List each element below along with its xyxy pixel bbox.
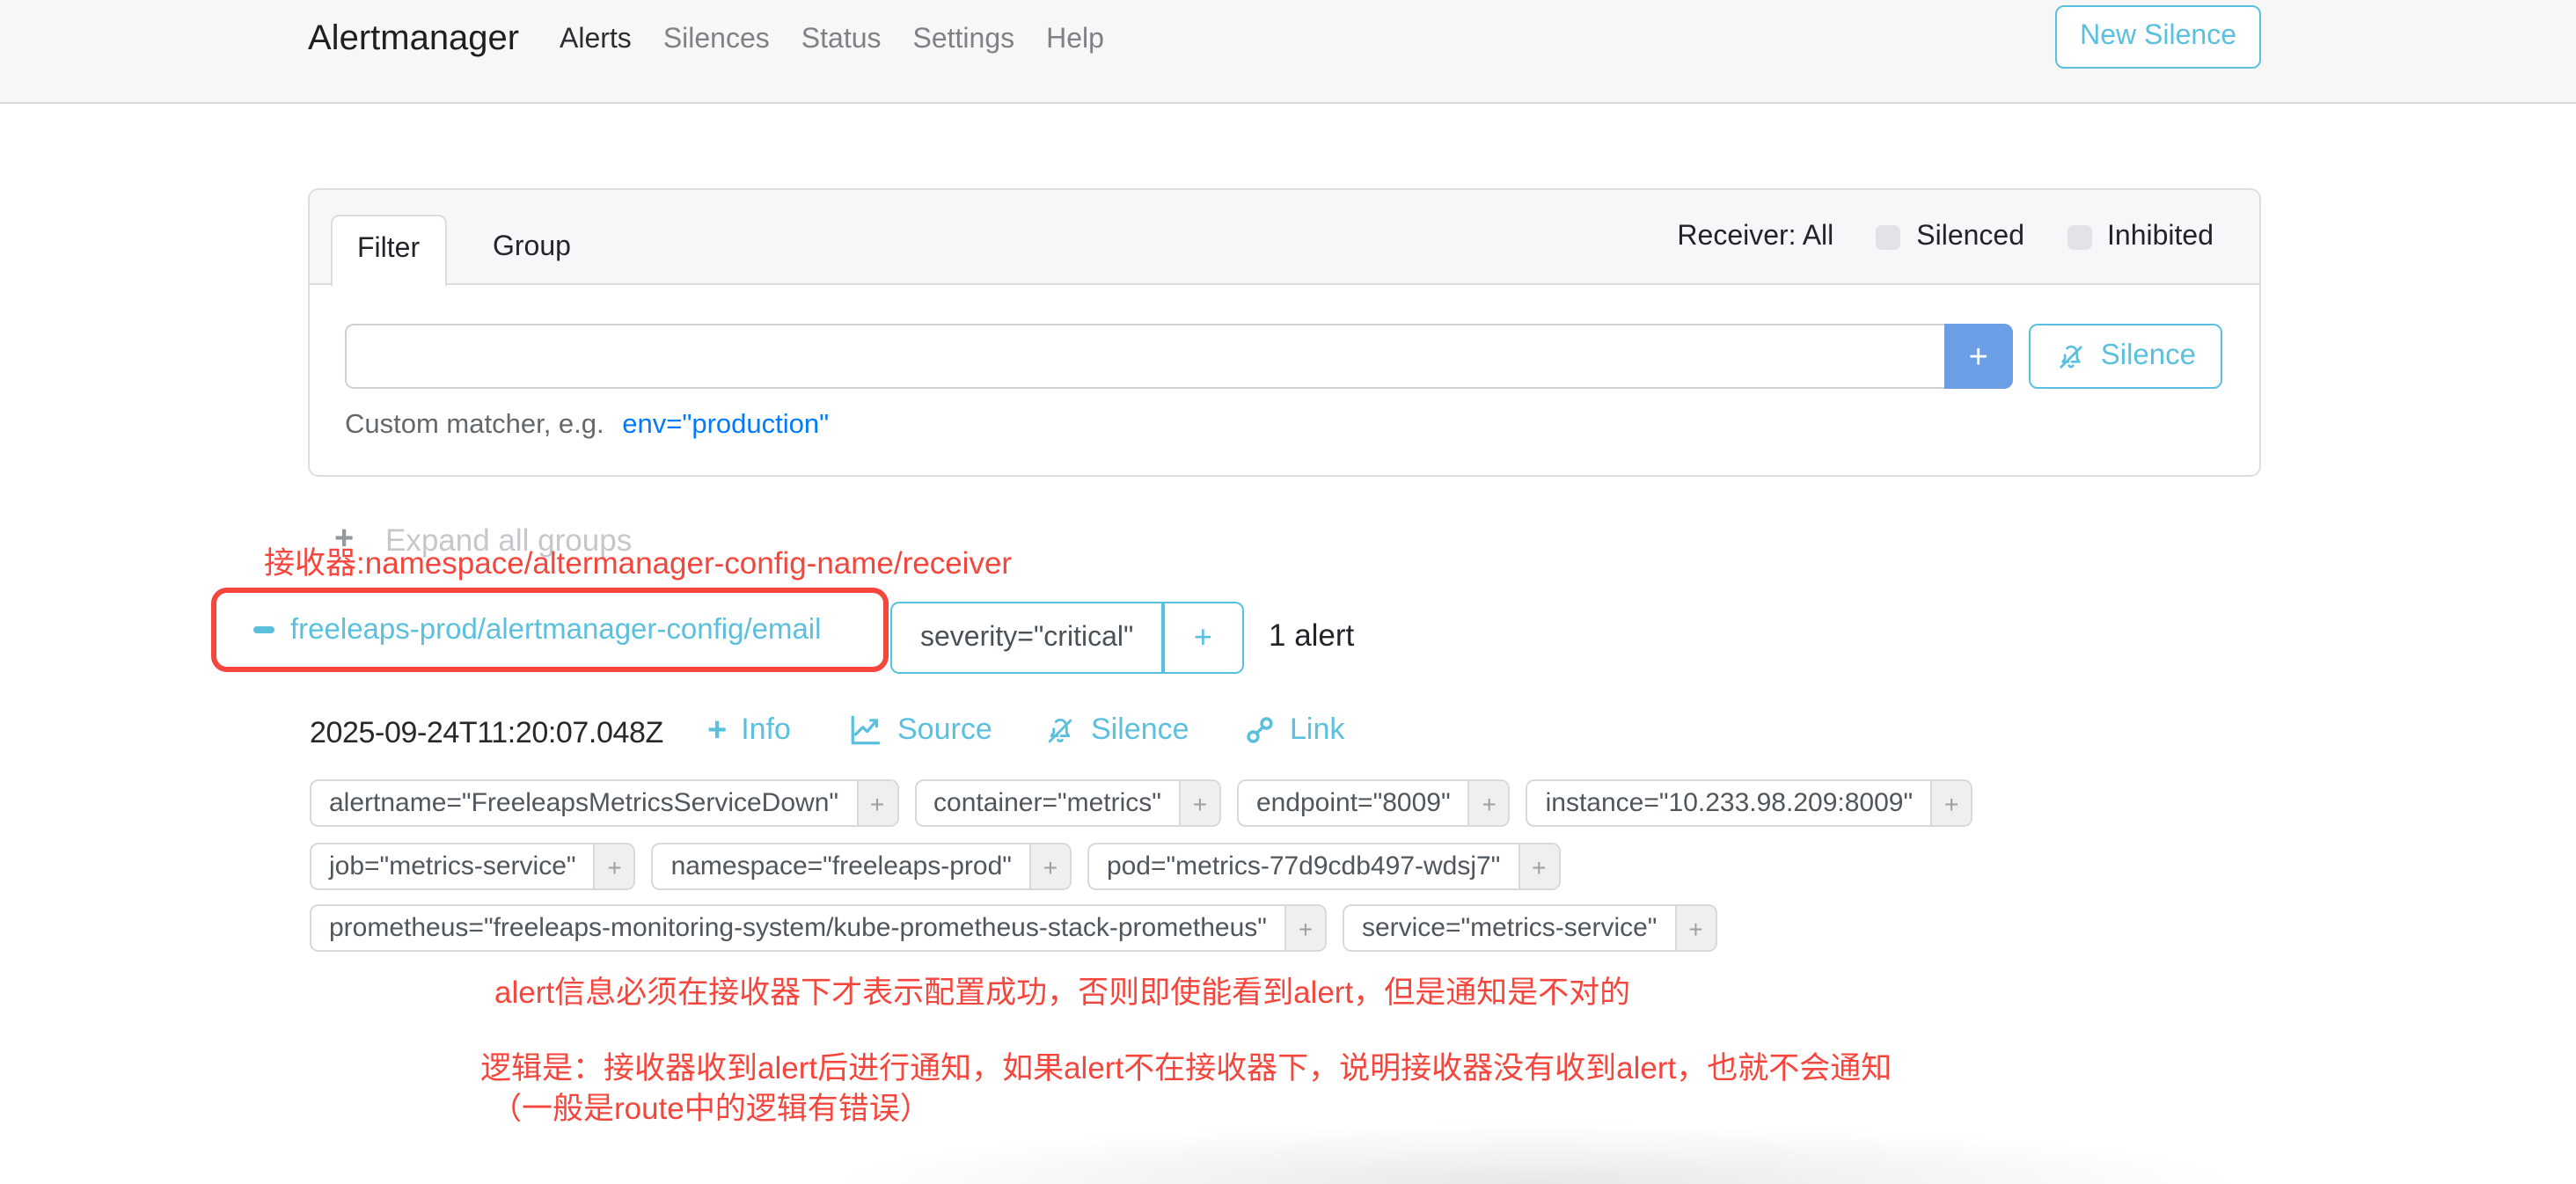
filter-card: Filter Group Receiver: All Silenced Inhi…: [308, 188, 2261, 477]
annotation-receiver-note: 接收器:namespace/altermanager-config-name/r…: [264, 540, 1012, 584]
alert-silence-link[interactable]: Silence: [1043, 713, 1189, 748]
label-add-filter-button[interactable]: +: [1284, 906, 1325, 950]
alert-info-label: Info: [741, 713, 791, 748]
new-silence-button[interactable]: New Silence: [2055, 5, 2261, 69]
nav-item-silences[interactable]: Silences: [663, 25, 770, 56]
tab-group[interactable]: Group: [468, 215, 596, 281]
alert-silence-label: Silence: [1091, 713, 1189, 748]
label-tag-text: alertname="FreeleapsMetricsServiceDown": [311, 781, 856, 825]
navbar: Alertmanager Alerts Silences Status Sett…: [0, 0, 2576, 104]
nav-item-help[interactable]: Help: [1046, 25, 1104, 56]
label-add-filter-button[interactable]: +: [1179, 781, 1219, 825]
alert-count: 1 alert: [1269, 618, 1354, 654]
matcher-helper: Custom matcher, e.g. env="production": [345, 410, 829, 442]
label-tag: container="metrics"+: [914, 779, 1221, 827]
annotation-note-2: 逻辑是：接收器收到alert后进行通知，如果alert不在接收器下，说明接收器没…: [480, 1045, 1892, 1089]
alert-generator-link[interactable]: Link: [1244, 713, 1344, 748]
label-tag-text: prometheus="freeleaps-monitoring-system/…: [311, 906, 1284, 950]
group-matcher-label[interactable]: severity="critical": [890, 602, 1163, 674]
alert-source-link[interactable]: Source: [848, 713, 992, 748]
label-tag-text: service="metrics-service": [1344, 906, 1675, 950]
label-tag: endpoint="8009"+: [1237, 779, 1511, 827]
nav-item-alerts[interactable]: Alerts: [560, 25, 632, 56]
label-tag: job="metrics-service"+: [310, 843, 636, 890]
bell-slash-icon: [1043, 713, 1077, 747]
alert-labels-row-1: alertname="FreeleapsMetricsServiceDown"+…: [310, 779, 1972, 827]
chart-line-icon: [848, 714, 883, 746]
label-add-filter-button[interactable]: +: [594, 844, 634, 888]
brand-link[interactable]: Alertmanager: [308, 19, 519, 60]
label-tag: prometheus="freeleaps-monitoring-system/…: [310, 904, 1327, 952]
label-tag-text: container="metrics": [916, 781, 1179, 825]
filter-card-header: Filter Group Receiver: All Silenced Inhi…: [310, 190, 2259, 285]
receiver-group-name: freeleaps-prod/alertmanager-config/email: [290, 613, 822, 647]
matcher-input[interactable]: [345, 324, 1944, 389]
label-tag-text: namespace="freeleaps-prod": [654, 844, 1029, 888]
label-tag: service="metrics-service"+: [1343, 904, 1717, 952]
silence-filter-label: Silence: [2101, 340, 2196, 373]
label-add-filter-button[interactable]: +: [1930, 781, 1971, 825]
link-icon: [1244, 714, 1276, 746]
inhibited-checkbox-box[interactable]: [2067, 225, 2091, 250]
filter-header-controls: Receiver: All Silenced Inhibited: [1677, 190, 2214, 285]
alert-timestamp: 2025-09-24T11:20:07.048Z: [310, 716, 663, 751]
label-tag-text: instance="10.233.98.209:8009": [1528, 781, 1931, 825]
matcher-example-link[interactable]: env="production": [622, 410, 829, 440]
bell-slash-icon: [2055, 340, 2087, 372]
label-add-filter-button[interactable]: +: [856, 781, 896, 825]
silence-filter-button[interactable]: Silence: [2029, 324, 2222, 389]
matcher-helper-text: Custom matcher, e.g.: [345, 410, 604, 440]
inhibited-checkbox-label: Inhibited: [2107, 222, 2214, 253]
alert-labels-row-2: job="metrics-service"+ namespace="freele…: [310, 843, 1560, 890]
alertmanager-page: Alertmanager Alerts Silences Status Sett…: [0, 0, 2576, 1184]
label-add-filter-button[interactable]: +: [1029, 844, 1070, 888]
tab-filter[interactable]: Filter: [331, 215, 446, 287]
alert-labels-row-3: prometheus="freeleaps-monitoring-system/…: [310, 904, 1716, 952]
silenced-checkbox-label: Silenced: [1916, 222, 2024, 253]
label-tag-text: job="metrics-service": [311, 844, 594, 888]
silenced-checkbox-box[interactable]: [1876, 225, 1900, 250]
label-tag: instance="10.233.98.209:8009"+: [1526, 779, 1973, 827]
plus-icon: +: [707, 713, 727, 747]
alert-source-label: Source: [897, 713, 992, 748]
label-add-filter-button[interactable]: +: [1518, 844, 1558, 888]
inhibited-checkbox[interactable]: Inhibited: [2067, 222, 2214, 253]
group-matcher: severity="critical" +: [890, 602, 1244, 674]
alert-link-label: Link: [1290, 713, 1344, 748]
alert-info-link[interactable]: + Info: [707, 713, 791, 748]
group-matcher-add-button[interactable]: +: [1163, 602, 1244, 674]
label-add-filter-button[interactable]: +: [1674, 906, 1715, 950]
annotation-note-1: alert信息必须在接收器下才表示配置成功，否则即使能看到alert，但是通知是…: [494, 969, 1630, 1013]
matcher-input-group: + Silence: [345, 324, 2222, 389]
annotation-note-3: （一般是route中的逻辑有错误）: [491, 1085, 931, 1129]
main-nav: Alerts Silences Status Settings Help: [560, 25, 1104, 56]
label-tag: namespace="freeleaps-prod"+: [652, 843, 1072, 890]
nav-item-settings[interactable]: Settings: [913, 25, 1015, 56]
label-tag-text: endpoint="8009": [1239, 781, 1468, 825]
add-matcher-button[interactable]: +: [1944, 324, 2013, 389]
collapse-minus-icon: [253, 627, 274, 633]
label-tag-text: pod="metrics-77d9cdb497-wdsj7": [1089, 844, 1518, 888]
silenced-checkbox[interactable]: Silenced: [1876, 222, 2024, 253]
nav-item-status[interactable]: Status: [801, 25, 882, 56]
label-add-filter-button[interactable]: +: [1468, 781, 1509, 825]
receiver-group-button[interactable]: freeleaps-prod/alertmanager-config/email: [211, 588, 889, 672]
label-tag: pod="metrics-77d9cdb497-wdsj7"+: [1087, 843, 1560, 890]
label-tag: alertname="FreeleapsMetricsServiceDown"+: [310, 779, 898, 827]
receiver-filter-dropdown[interactable]: Receiver: All: [1677, 222, 1833, 253]
